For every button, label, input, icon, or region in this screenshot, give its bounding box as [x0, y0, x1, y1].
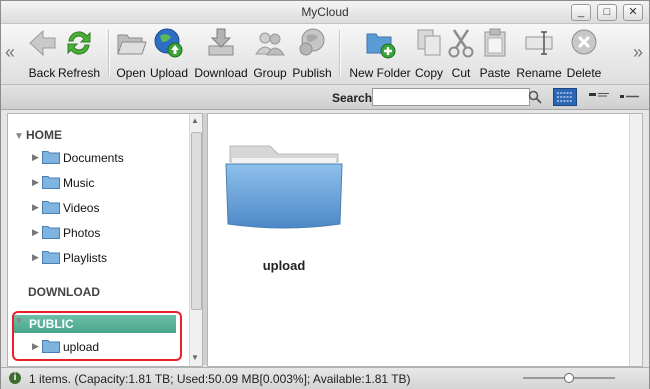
toolbar-scroll-right-button[interactable]: » [633, 42, 643, 63]
rename-label: Rename [516, 66, 562, 80]
tree-item-label: Videos [63, 201, 100, 215]
expanded-triangle-icon: ▼ [14, 131, 24, 142]
copy-label: Copy [414, 66, 443, 80]
group-icon [255, 32, 285, 56]
upload-button[interactable]: Upload [147, 26, 191, 82]
open-folder-icon [117, 34, 147, 55]
highlight-annotation [12, 311, 182, 361]
upload-label: Upload [149, 66, 189, 80]
back-arrow-icon [29, 29, 56, 57]
toolbar: « » Back Refresh Open Upload Download Gr… [1, 24, 649, 85]
copy-icon [417, 29, 441, 56]
scrollbar-thumb[interactable] [191, 132, 202, 310]
delete-label: Delete [566, 66, 602, 80]
group-label: Group [253, 66, 287, 80]
folder-tree-panel: ▼ HOME ▶ Documents ▶ Music ▶ Videos ▶ Pho… [7, 113, 203, 367]
window-title: MyCloud [301, 5, 349, 19]
search-icon[interactable] [528, 90, 542, 104]
refresh-button[interactable]: Refresh [55, 26, 103, 82]
app-window: MyCloud _ □ ✕ « » Back Refresh Open Uplo… [0, 0, 650, 389]
home-section[interactable]: ▼ HOME [14, 128, 62, 142]
download-icon [208, 28, 234, 56]
cut-button[interactable]: Cut [447, 26, 475, 82]
publish-label: Publish [292, 66, 332, 80]
refresh-icon [67, 31, 91, 55]
title-bar: MyCloud _ □ ✕ [1, 1, 649, 24]
close-button[interactable]: ✕ [623, 4, 643, 21]
folder-item-label: upload [262, 258, 306, 273]
folder-icon [42, 251, 60, 264]
home-label: HOME [26, 128, 62, 142]
search-label: Search [332, 91, 373, 105]
new-folder-icon [366, 33, 396, 59]
refresh-label: Refresh [57, 66, 101, 80]
paste-button[interactable]: Paste [475, 26, 515, 82]
paste-label: Paste [479, 66, 511, 80]
copy-button[interactable]: Copy [411, 26, 447, 82]
publish-icon [299, 28, 325, 56]
detail-view-icon[interactable] [617, 88, 641, 106]
scissors-icon [448, 29, 474, 58]
collapsed-arrow-icon: ▶ [32, 252, 39, 262]
folder-icon [42, 151, 60, 164]
minimize-button[interactable]: _ [571, 4, 591, 21]
search-bar: Search [1, 85, 649, 110]
tree-item-label: Photos [63, 226, 101, 240]
grid-view-icon[interactable] [553, 88, 577, 106]
folder-icon [42, 226, 60, 239]
scroll-down-arrow-icon[interactable]: ▼ [191, 353, 199, 362]
delete-button[interactable]: Delete [563, 26, 605, 82]
rename-button[interactable]: Rename [513, 26, 565, 82]
search-input[interactable] [372, 88, 530, 106]
publish-button[interactable]: Publish [289, 26, 335, 82]
download-section[interactable]: DOWNLOAD [28, 285, 100, 299]
tree-item-label: Documents [63, 151, 124, 165]
scroll-up-arrow-icon[interactable]: ▲ [191, 116, 199, 125]
toolbar-separator [108, 30, 110, 76]
file-view-panel: upload [207, 113, 643, 367]
new-folder-label: New Folder [349, 66, 411, 80]
sidebar-scrollbar[interactable]: ▲ ▼ [189, 114, 202, 366]
rename-icon [525, 31, 553, 55]
upload-globe-icon [154, 28, 183, 58]
cut-label: Cut [451, 66, 471, 80]
main-scrollbar[interactable] [629, 114, 642, 366]
download-label: Download [194, 66, 248, 80]
download-button[interactable]: Download [191, 26, 251, 82]
status-text: 1 items. (Capacity:1.81 TB; Used:50.09 M… [29, 372, 411, 386]
folder-icon [42, 201, 60, 214]
collapsed-arrow-icon: ▶ [32, 227, 39, 237]
group-button[interactable]: Group [251, 26, 289, 82]
tree-item-label: Music [63, 176, 95, 190]
collapsed-arrow-icon: ▶ [32, 152, 39, 162]
new-folder-button[interactable]: New Folder [345, 26, 415, 82]
open-button[interactable]: Open [113, 26, 149, 82]
folder-icon [42, 176, 60, 189]
zoom-slider-knob[interactable] [564, 373, 574, 383]
collapsed-arrow-icon: ▶ [32, 177, 39, 187]
paste-icon [484, 28, 506, 57]
maximize-button[interactable]: □ [597, 4, 617, 21]
open-label: Open [116, 66, 146, 80]
zoom-slider[interactable] [523, 373, 615, 383]
info-icon: i [9, 372, 21, 384]
tree-item-label: Playlists [63, 251, 108, 265]
list-view-icon[interactable] [587, 88, 611, 106]
collapsed-arrow-icon: ▶ [32, 202, 39, 212]
toolbar-scroll-left-button[interactable]: « [5, 42, 15, 63]
toolbar-separator [339, 30, 341, 76]
status-bar: i 1 items. (Capacity:1.81 TB; Used:50.09… [1, 367, 649, 389]
delete-icon [571, 29, 597, 55]
large-folder-icon [225, 145, 343, 229]
